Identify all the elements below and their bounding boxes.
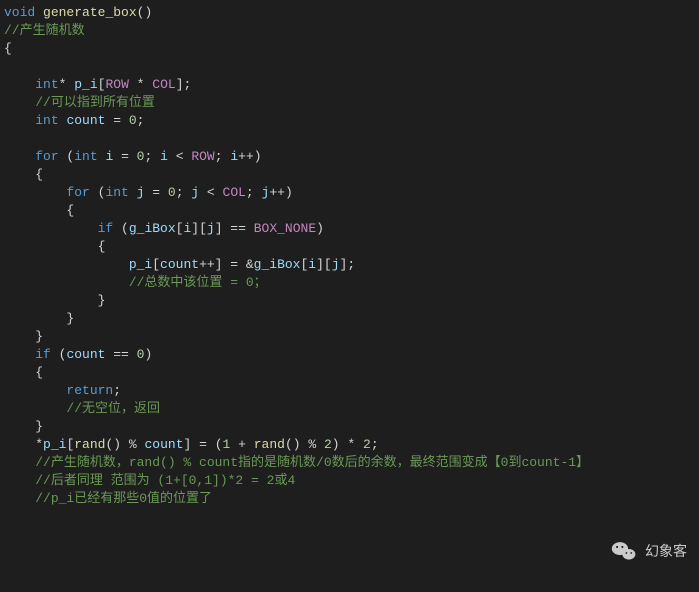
token-var: count	[144, 437, 183, 452]
token-comment: //无空位，返回	[66, 401, 160, 416]
token-comment: //后者同理 范围为 (1+[0,1])*2 = 2或4	[35, 473, 295, 488]
token-punct: *	[129, 77, 152, 92]
token-punct: ;	[176, 185, 192, 200]
token-punct: )	[144, 347, 152, 362]
token-var: i	[160, 149, 168, 164]
token-comment: //p_i已经有那些0值的位置了	[35, 491, 212, 506]
token-macro: BOX_NONE	[254, 221, 316, 236]
token-punct: ;	[144, 149, 160, 164]
token-function: rand	[74, 437, 105, 452]
token-punct: () %	[285, 437, 324, 452]
token-punct: <	[199, 185, 222, 200]
token-punct: ()	[137, 5, 153, 20]
token-punct: ;	[113, 383, 121, 398]
token-brace: }	[66, 311, 74, 326]
token-var: count	[66, 113, 105, 128]
token-punct: ==	[105, 347, 136, 362]
watermark-label: 幻象客	[645, 541, 687, 561]
token-var: p_i	[129, 257, 152, 272]
token-var: i	[230, 149, 238, 164]
token-punct: [	[152, 257, 160, 272]
token-comment: //产生随机数	[4, 23, 85, 38]
token-punct: ] ==	[215, 221, 254, 236]
token-var: count	[66, 347, 105, 362]
token-punct: *	[35, 437, 43, 452]
token-var: i	[308, 257, 316, 272]
token-brace: {	[98, 239, 106, 254]
token-punct: ;	[246, 185, 262, 200]
token-var: j	[191, 185, 199, 200]
token-punct: =	[144, 185, 167, 200]
token-punct: +	[230, 437, 253, 452]
token-punct: (	[51, 347, 67, 362]
watermark: 幻象客	[611, 538, 687, 564]
token-punct: )	[316, 221, 324, 236]
token-punct: ;	[215, 149, 231, 164]
token-number: 0	[168, 185, 176, 200]
token-var: p_i	[74, 77, 97, 92]
token-var: g_iBox	[129, 221, 176, 236]
token-brace: }	[98, 293, 106, 308]
token-keyword: int	[74, 149, 97, 164]
token-brace: {	[66, 203, 74, 218]
token-keyword: if	[35, 347, 51, 362]
token-punct: ][	[191, 221, 207, 236]
token-punct: (	[59, 149, 75, 164]
token-comment: //可以指到所有位置	[35, 95, 155, 110]
token-punct: ] = (	[184, 437, 223, 452]
token-punct: ][	[316, 257, 332, 272]
token-var: j	[207, 221, 215, 236]
token-brace: {	[35, 167, 43, 182]
token-punct: *	[59, 77, 67, 92]
wechat-icon	[611, 538, 637, 564]
token-punct: ;	[137, 113, 145, 128]
token-punct: ];	[176, 77, 192, 92]
token-keyword: for	[35, 149, 58, 164]
token-macro: COL	[152, 77, 175, 92]
token-punct: ++] = &	[199, 257, 254, 272]
token-comment: //产生随机数，rand() % count指的是随机数/0数后的余数，最终范围…	[35, 455, 589, 470]
token-number: 2	[324, 437, 332, 452]
token-keyword: int	[105, 185, 128, 200]
token-comment: //总数中该位置 = 0；	[129, 275, 267, 290]
token-punct: ) *	[332, 437, 363, 452]
token-punct: ;	[371, 437, 379, 452]
token-brace: }	[35, 419, 43, 434]
token-brace: }	[35, 329, 43, 344]
token-function: rand	[254, 437, 285, 452]
token-macro: ROW	[105, 77, 128, 92]
token-punct: (	[90, 185, 106, 200]
token-punct: ++)	[269, 185, 292, 200]
token-number: 0	[129, 113, 137, 128]
token-var: count	[160, 257, 199, 272]
token-macro: COL	[223, 185, 246, 200]
token-punct: ];	[340, 257, 356, 272]
token-number: 2	[363, 437, 371, 452]
token-var: g_iBox	[254, 257, 301, 272]
token-punct: <	[168, 149, 191, 164]
token-punct: =	[113, 149, 136, 164]
token-keyword: void	[4, 5, 35, 20]
token-keyword: int	[35, 113, 58, 128]
token-keyword: if	[98, 221, 114, 236]
token-brace: {	[35, 365, 43, 380]
token-punct: (	[113, 221, 129, 236]
token-punct: () %	[105, 437, 144, 452]
token-punct: =	[105, 113, 128, 128]
token-macro: ROW	[191, 149, 214, 164]
token-var: p_i	[43, 437, 66, 452]
token-keyword: return	[66, 383, 113, 398]
code-block: void generate_box() //产生随机数 { int* p_i[R…	[0, 0, 699, 512]
token-function: generate_box	[43, 5, 137, 20]
token-punct: ++)	[238, 149, 261, 164]
token-brace: {	[4, 41, 12, 56]
token-var: j	[332, 257, 340, 272]
token-keyword: int	[35, 77, 58, 92]
token-keyword: for	[66, 185, 89, 200]
